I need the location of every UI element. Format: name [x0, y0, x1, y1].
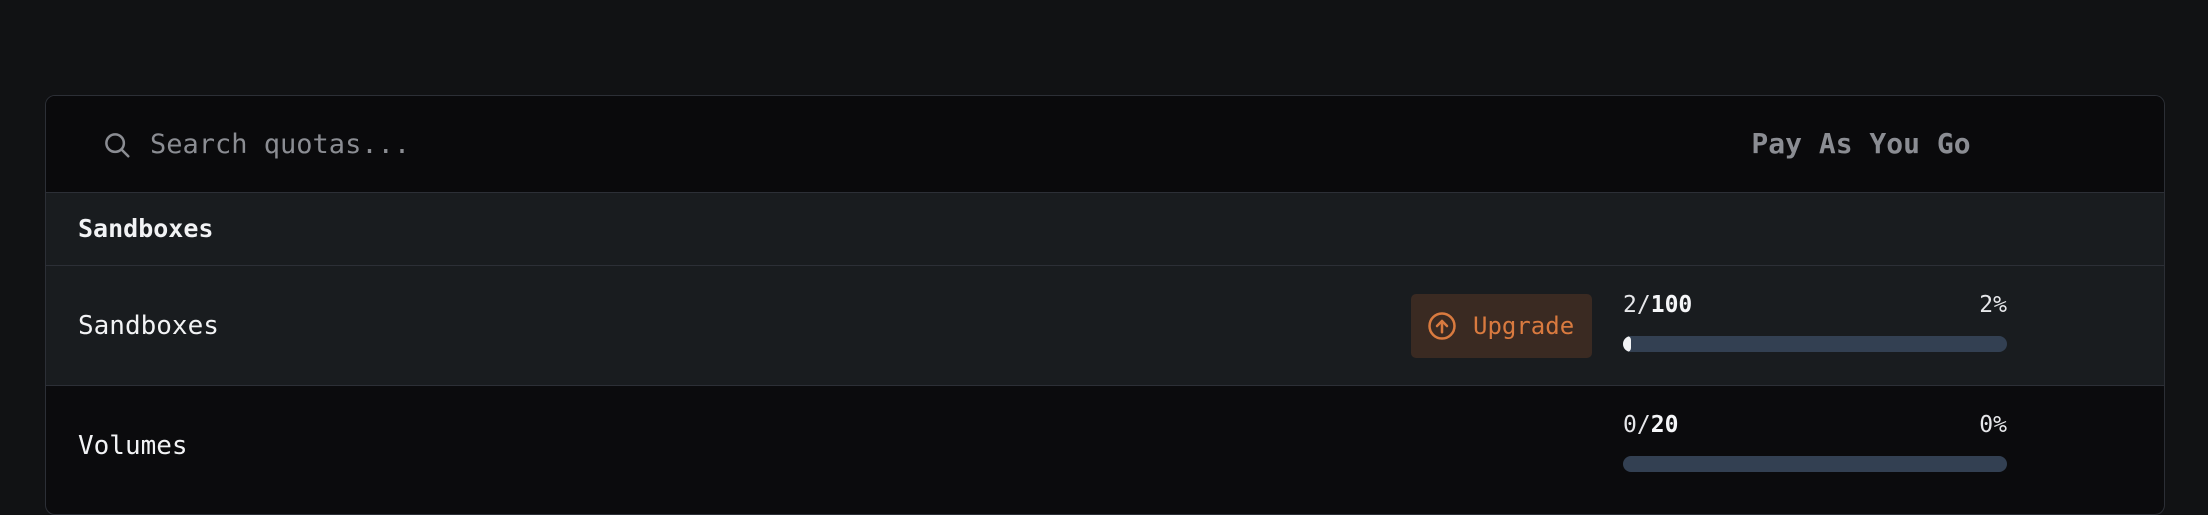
plan-column-title: Pay As You Go [1751, 127, 1971, 160]
usage-meter: 0/20 0% [1623, 410, 2007, 490]
usage-count: 0/20 [1623, 410, 1678, 440]
usage-percent: 2% [1979, 292, 2007, 318]
search-input[interactable] [150, 122, 850, 166]
usage-used: 0 [1623, 412, 1637, 438]
usage-separator: / [1636, 292, 1651, 318]
usage-limit: 20 [1650, 412, 1679, 438]
quota-name: Sandboxes [78, 311, 219, 341]
quota-name: Volumes [78, 431, 188, 461]
progress-fill [1623, 336, 1631, 352]
arrow-up-circle-icon [1428, 312, 1456, 340]
progress-bar [1623, 336, 2007, 352]
upgrade-label: Upgrade [1473, 312, 1575, 340]
quota-row-volumes: Volumes 0/20 0% [46, 386, 2164, 506]
usage-meter: 2/100 2% [1623, 290, 2007, 370]
quota-group-header: Sandboxes [46, 193, 2164, 266]
quota-row-sandboxes: Sandboxes Upgrade 2/100 2% [46, 266, 2164, 386]
quotas-header: Pay As You Go [46, 96, 2164, 193]
upgrade-button[interactable]: Upgrade [1411, 294, 1592, 358]
usage-used: 2 [1623, 292, 1637, 318]
usage-percent: 0% [1979, 412, 2007, 438]
progress-bar [1623, 456, 2007, 472]
quotas-panel: Pay As You Go Sandboxes Sandboxes Upgrad… [45, 95, 2165, 515]
usage-count: 2/100 [1623, 290, 1692, 320]
search-icon [105, 133, 130, 158]
group-label: Sandboxes [78, 214, 214, 243]
usage-limit: 100 [1650, 292, 1693, 318]
usage-separator: / [1636, 412, 1651, 438]
